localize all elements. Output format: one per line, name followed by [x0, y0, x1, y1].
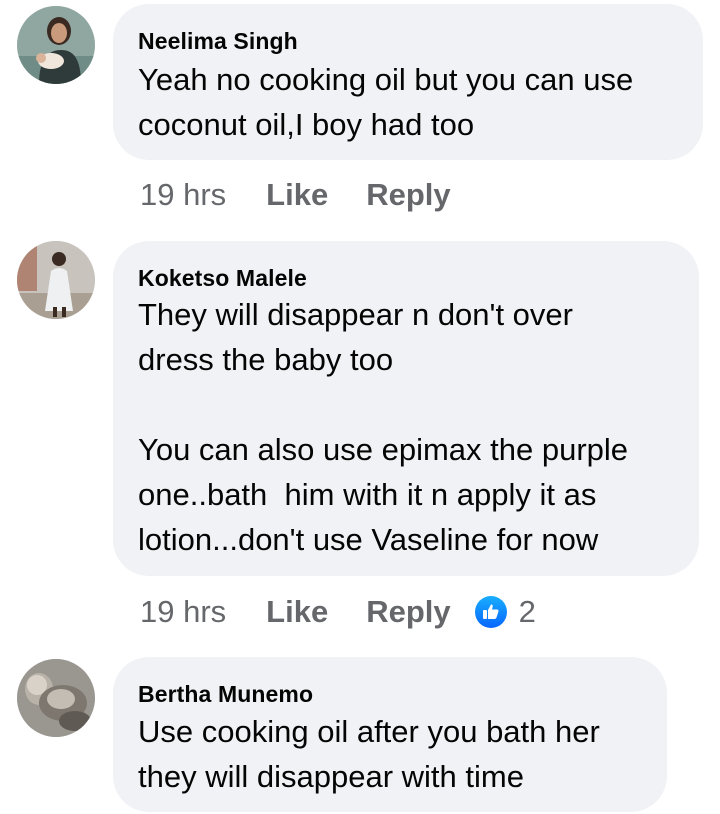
- comment-bubble: Bertha Munemo Use cooking oil after you …: [113, 657, 667, 812]
- comment-author[interactable]: Bertha Munemo: [138, 681, 313, 708]
- reply-button[interactable]: Reply: [366, 594, 450, 630]
- comment-text: They will disappear n don't over dress t…: [138, 297, 629, 557]
- avatar[interactable]: [17, 241, 95, 319]
- comment-text: Yeah no cooking oil but you can use coco…: [138, 62, 634, 142]
- comment-author[interactable]: Neelima Singh: [138, 28, 298, 55]
- comment-actions: 19 hrs Like Reply: [140, 175, 451, 215]
- avatar[interactable]: [17, 659, 95, 737]
- comment-author[interactable]: Koketso Malele: [138, 265, 307, 292]
- comment-bubble: Koketso Malele They will disappear n don…: [113, 241, 699, 576]
- comment-text: Use cooking oil after you bath her they …: [138, 714, 600, 794]
- like-button[interactable]: Like: [266, 594, 328, 630]
- comment-bubble: Neelima Singh Yeah no cooking oil but yo…: [113, 4, 703, 160]
- timestamp[interactable]: 19 hrs: [140, 177, 226, 213]
- avatar[interactable]: [17, 6, 95, 84]
- profile-photo: [17, 6, 95, 84]
- reply-button[interactable]: Reply: [366, 177, 450, 213]
- like-button[interactable]: Like: [266, 177, 328, 213]
- reaction-count: 2: [518, 594, 536, 629]
- comment-actions: 19 hrs Like Reply 2: [140, 592, 536, 632]
- profile-photo: [17, 241, 95, 319]
- profile-photo: [17, 659, 95, 737]
- reaction-summary[interactable]: 2: [474, 594, 536, 630]
- thumbs-up-icon: [474, 596, 507, 628]
- timestamp[interactable]: 19 hrs: [140, 594, 226, 630]
